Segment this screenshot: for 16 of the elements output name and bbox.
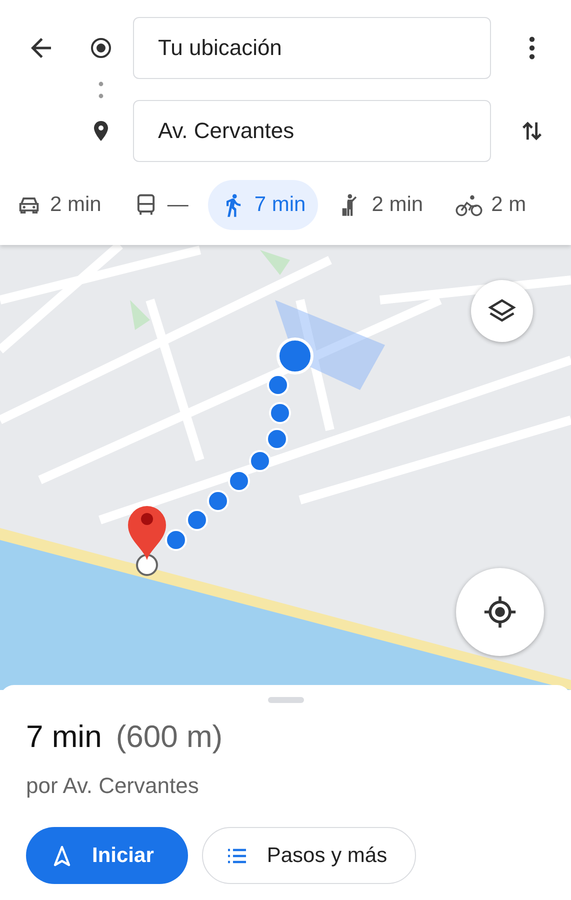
distance-text: (600 m) (116, 719, 223, 755)
mode-tab[interactable]: 7 min (208, 180, 318, 230)
connector-dots-icon (98, 80, 104, 98)
mode-tab[interactable]: 2 min (4, 180, 114, 230)
start-button[interactable]: Iniciar (26, 827, 188, 884)
steps-button[interactable]: Pasos y más (202, 827, 416, 884)
via-text: por Av. Cervantes (26, 773, 200, 799)
mode-tab[interactable]: 2 m (443, 180, 538, 230)
origin-field[interactable]: Tu ubicación (133, 17, 491, 79)
mode-tab[interactable]: 2 min (326, 180, 436, 230)
drag-handle[interactable] (268, 697, 304, 703)
mode-tab[interactable]: — (121, 180, 200, 230)
destination-field[interactable]: Av. Cervantes (133, 100, 491, 162)
origin-dot-icon (89, 36, 113, 60)
crosshair-icon (483, 595, 517, 629)
duration-text: 7 min (26, 719, 102, 755)
